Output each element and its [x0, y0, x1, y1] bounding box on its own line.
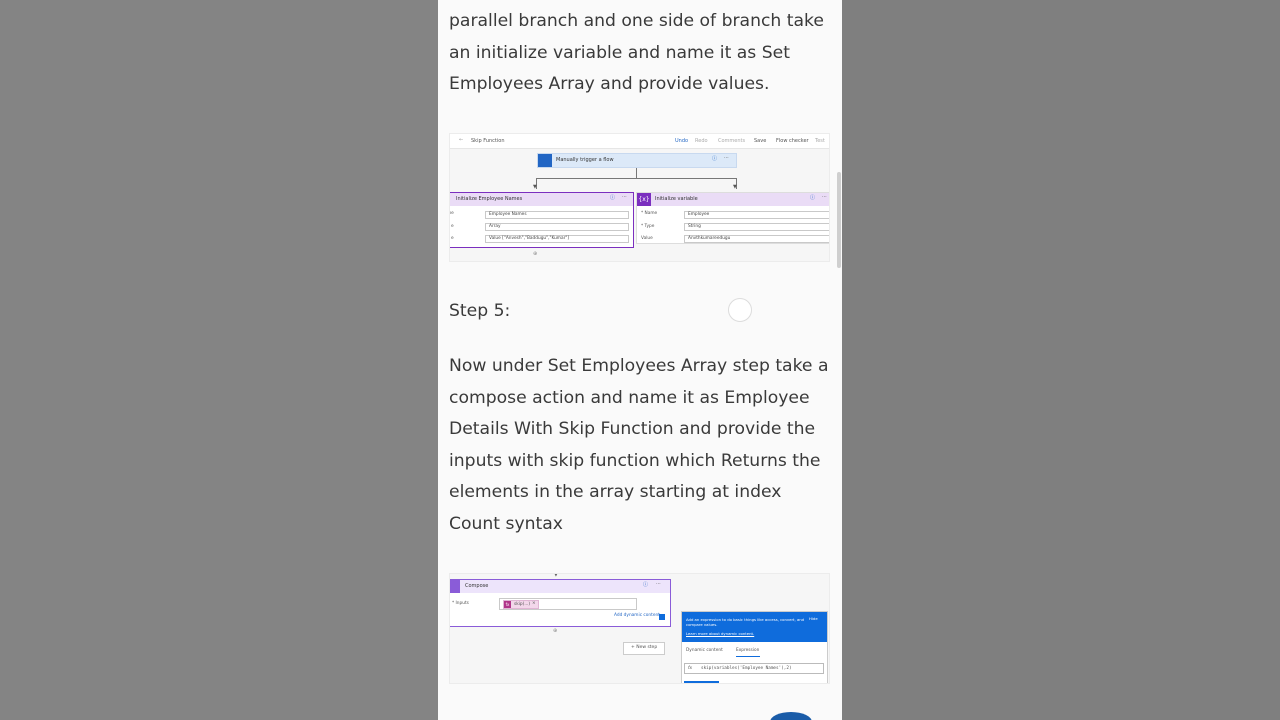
- screenshot-compose-skip: ▼ Compose ⓘ ··· * Inputs fx skip(...) × …: [449, 573, 830, 684]
- left-type-field[interactable]: Array: [485, 223, 629, 231]
- trigger-info-icon: ⓘ: [712, 156, 718, 162]
- step5-heading: Step 5:: [449, 301, 511, 321]
- tab-expression[interactable]: Expression: [736, 648, 759, 653]
- connector-vertical: [636, 168, 637, 178]
- cursor-indicator: [728, 298, 752, 322]
- paragraph-step5: Now under Set Employees Array step take …: [449, 356, 829, 534]
- compose-title: Compose: [465, 583, 489, 589]
- trigger-more-icon[interactable]: ···: [724, 156, 729, 161]
- popup-learn-more-link[interactable]: Learn more about dynamic content.: [686, 632, 754, 636]
- right-value-field[interactable]: Anvthkumareedugu: [684, 235, 829, 243]
- arrow-down-icon: ▼: [554, 573, 558, 578]
- compose-more-icon[interactable]: ···: [656, 582, 661, 587]
- scrollbar[interactable]: [837, 172, 841, 268]
- right-card-info-icon: ⓘ: [810, 195, 816, 201]
- left-background: [0, 0, 438, 720]
- comments-button[interactable]: Comments: [718, 139, 745, 144]
- add-step-plus-icon[interactable]: ⊕: [533, 252, 537, 257]
- left-value-field[interactable]: Value ["Anvesh","Baddugu","Kumar"]: [485, 235, 629, 243]
- paragraph-step4-end: parallel branch and one side of branch t…: [449, 11, 824, 94]
- inputs-label: * Inputs: [452, 601, 469, 606]
- compose-icon: [450, 580, 460, 593]
- screenshot-parallel-branch: ← Skip Function Undo Redo Comments Save …: [449, 133, 830, 262]
- new-step-label[interactable]: + New step: [631, 645, 657, 651]
- variable-icon: {x}: [637, 193, 651, 206]
- left-card-info-icon: ⓘ: [610, 195, 616, 201]
- left-label-name: me: [450, 211, 454, 216]
- flow-checker-button[interactable]: Flow checker: [776, 139, 809, 144]
- test-button[interactable]: Test: [815, 139, 825, 144]
- article-page: parallel branch and one side of branch t…: [438, 0, 842, 720]
- tab-dynamic-content[interactable]: Dynamic content: [686, 648, 723, 653]
- trigger-icon: [538, 154, 552, 167]
- add-dynamic-icon[interactable]: [659, 614, 665, 620]
- trigger-title: Manually trigger a flow: [556, 157, 614, 163]
- flow-name: Skip Function: [471, 138, 505, 144]
- ok-button-edge[interactable]: [684, 681, 719, 683]
- fx-token-icon: fx: [504, 601, 511, 608]
- skip-token-label: skip(...): [514, 602, 531, 607]
- add-step-plus-icon-2[interactable]: ⊕: [553, 629, 557, 634]
- undo-button[interactable]: Undo: [675, 139, 688, 144]
- left-card-title: Initialize Employee Names: [456, 196, 523, 202]
- left-label-type: e: [451, 224, 454, 229]
- left-label-value: e: [451, 236, 454, 241]
- tab-expression-underline: [736, 656, 760, 657]
- add-dynamic-content-link[interactable]: Add dynamic content: [614, 613, 660, 618]
- right-card-title: Initialize variable: [655, 196, 698, 202]
- arrow-down-right-icon: ▼: [733, 184, 737, 190]
- back-arrow-icon: ←: [459, 137, 464, 143]
- token-remove-icon[interactable]: ×: [532, 601, 536, 606]
- expression-text: skip(variables('Employee Names'),2): [701, 666, 792, 671]
- right-card-more-icon[interactable]: ···: [822, 195, 827, 200]
- connector-horizontal: [536, 178, 737, 179]
- right-label-value: Value: [641, 236, 653, 241]
- flow-toolbar: [450, 134, 829, 149]
- left-card-more-icon[interactable]: ···: [622, 195, 627, 200]
- right-type-field[interactable]: String: [684, 223, 829, 231]
- left-name-field[interactable]: Employee Names: [485, 211, 629, 219]
- compose-info-icon: ⓘ: [643, 582, 649, 588]
- right-label-type: * Type: [641, 224, 655, 229]
- save-button[interactable]: Save: [754, 139, 766, 144]
- arrow-down-left-icon: ▼: [533, 184, 537, 190]
- right-label-name: * Name: [641, 211, 658, 216]
- redo-button[interactable]: Redo: [695, 139, 708, 144]
- right-name-field[interactable]: Employee: [684, 211, 829, 219]
- right-background: [842, 0, 1280, 720]
- popup-hide-link[interactable]: Hide: [809, 617, 818, 621]
- popup-info-text: Add an expression to do basic things lik…: [686, 617, 805, 627]
- fx-symbol: fx: [688, 666, 693, 671]
